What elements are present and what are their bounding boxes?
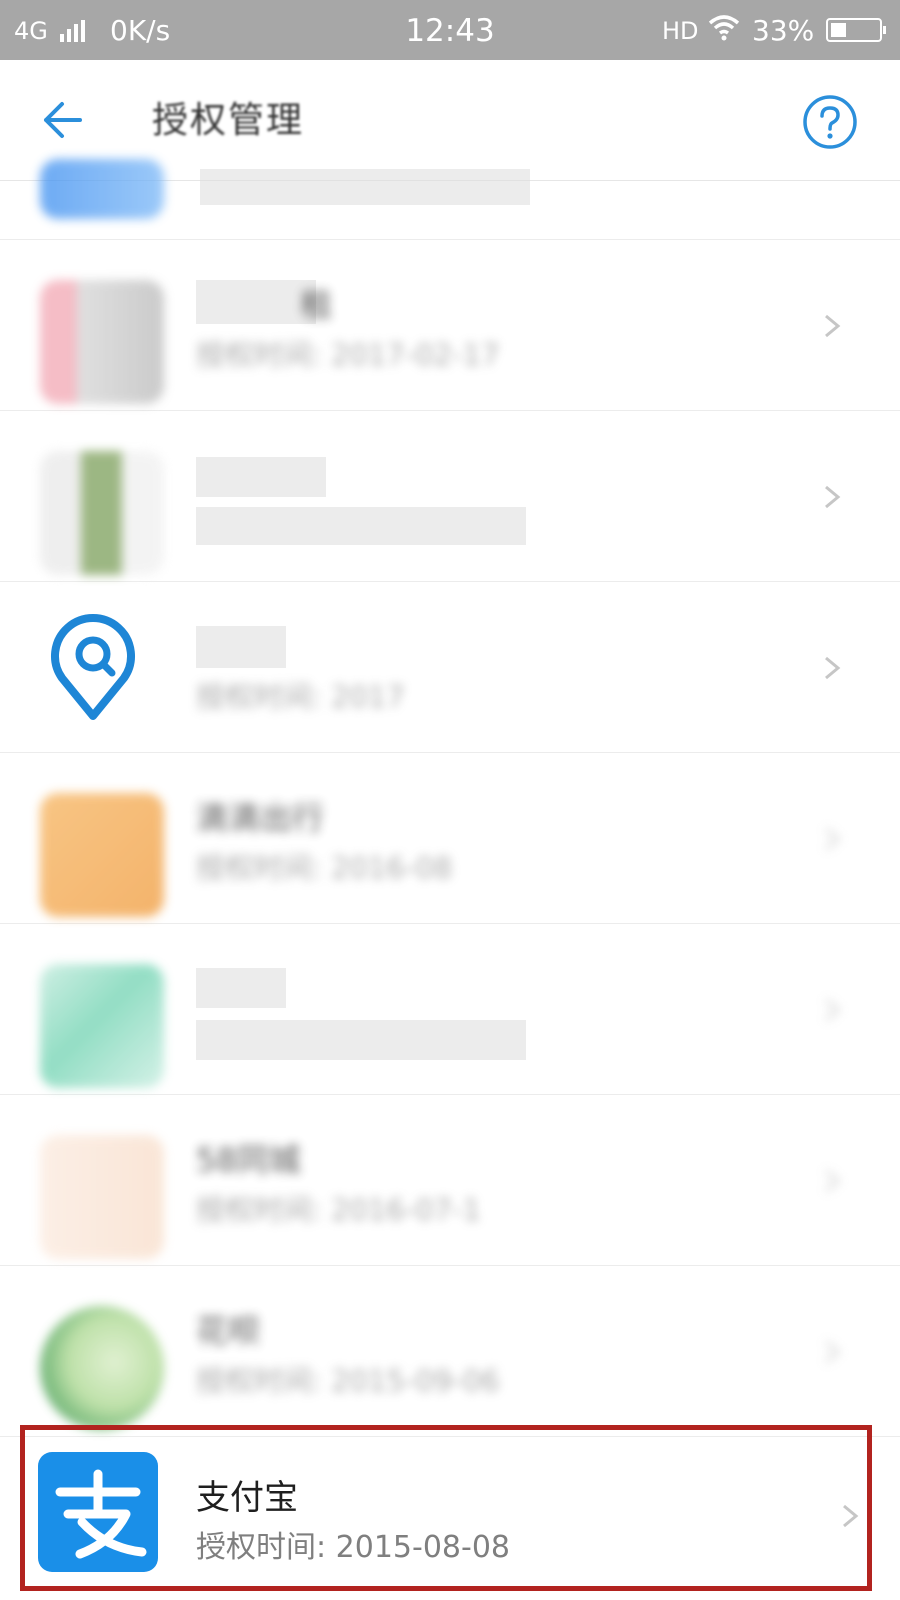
list-item[interactable] bbox=[0, 159, 900, 240]
question-circle-icon[interactable] bbox=[802, 94, 858, 150]
item-name: 租 bbox=[300, 286, 333, 324]
pixelated-text bbox=[196, 457, 326, 497]
list-item[interactable] bbox=[0, 924, 900, 1095]
page-title: 授权管理 bbox=[152, 100, 305, 141]
chevron-right-icon bbox=[825, 998, 841, 1022]
list-item[interactable]: 滴滴出行 授权时间: 2016-08 bbox=[0, 753, 900, 924]
back-arrow-icon[interactable] bbox=[38, 96, 86, 144]
app-icon bbox=[40, 451, 164, 575]
chevron-right-icon bbox=[825, 827, 841, 851]
alipay-icon bbox=[38, 1452, 158, 1572]
list-item[interactable]: 花呗 授权时间: 2015-09-06 bbox=[0, 1266, 900, 1437]
item-name: 滴滴出行 bbox=[196, 799, 325, 837]
pixelated-text bbox=[196, 626, 286, 668]
list-item[interactable]: 租 授权时间: 2017-02-17 bbox=[0, 240, 900, 411]
item-auth-time: 授权时间: 2016-08 bbox=[196, 851, 453, 885]
alipay-name: 支付宝 bbox=[196, 1478, 298, 1518]
item-auth-time: 授权时间: 2017 bbox=[196, 680, 405, 714]
chevron-right-icon bbox=[825, 485, 841, 509]
item-name: 58同城 bbox=[196, 1141, 301, 1179]
wifi-icon bbox=[708, 15, 740, 41]
item-auth-time: 授权时间: 2016-07-1 bbox=[196, 1193, 482, 1227]
pixelated-text bbox=[196, 280, 316, 324]
chevron-right-icon[interactable] bbox=[836, 1496, 864, 1536]
battery-icon bbox=[826, 18, 886, 42]
hd-indicator: HD bbox=[662, 17, 699, 45]
pixelated-text bbox=[200, 169, 530, 205]
app-icon bbox=[40, 280, 164, 404]
pixelated-text bbox=[196, 507, 526, 545]
item-name: 花呗 bbox=[196, 1312, 261, 1350]
app-icon bbox=[40, 1135, 164, 1259]
list-item[interactable]: 授权时间: 2017 bbox=[0, 582, 900, 753]
list-item[interactable]: 58同城 授权时间: 2016-07-1 bbox=[0, 1095, 900, 1266]
item-auth-time: 授权时间: 2017-02-17 bbox=[196, 338, 500, 372]
chevron-right-icon bbox=[825, 1340, 841, 1364]
pixelated-text bbox=[196, 1020, 526, 1060]
authorization-list: 租 授权时间: 2017-02-17 授权时间: 2017 滴滴出行 授权时间:… bbox=[0, 159, 900, 1437]
list-item[interactable] bbox=[0, 411, 900, 582]
app-icon bbox=[40, 159, 164, 219]
location-pin-icon bbox=[51, 614, 135, 720]
status-bar: 4G 0K/s 12:43 HD 33% bbox=[0, 0, 900, 60]
chevron-right-icon bbox=[825, 656, 841, 680]
item-auth-time: 授权时间: 2015-09-06 bbox=[196, 1364, 500, 1398]
pixelated-text bbox=[196, 968, 286, 1008]
chevron-right-icon bbox=[825, 314, 841, 338]
huabei-icon bbox=[40, 1306, 164, 1430]
battery-fill bbox=[831, 23, 846, 37]
battery-percent: 33% bbox=[752, 14, 815, 47]
chevron-right-icon bbox=[825, 1169, 841, 1193]
app-icon bbox=[40, 793, 164, 917]
alipay-auth-time: 授权时间: 2015-08-08 bbox=[196, 1530, 510, 1565]
app-icon bbox=[40, 964, 164, 1088]
